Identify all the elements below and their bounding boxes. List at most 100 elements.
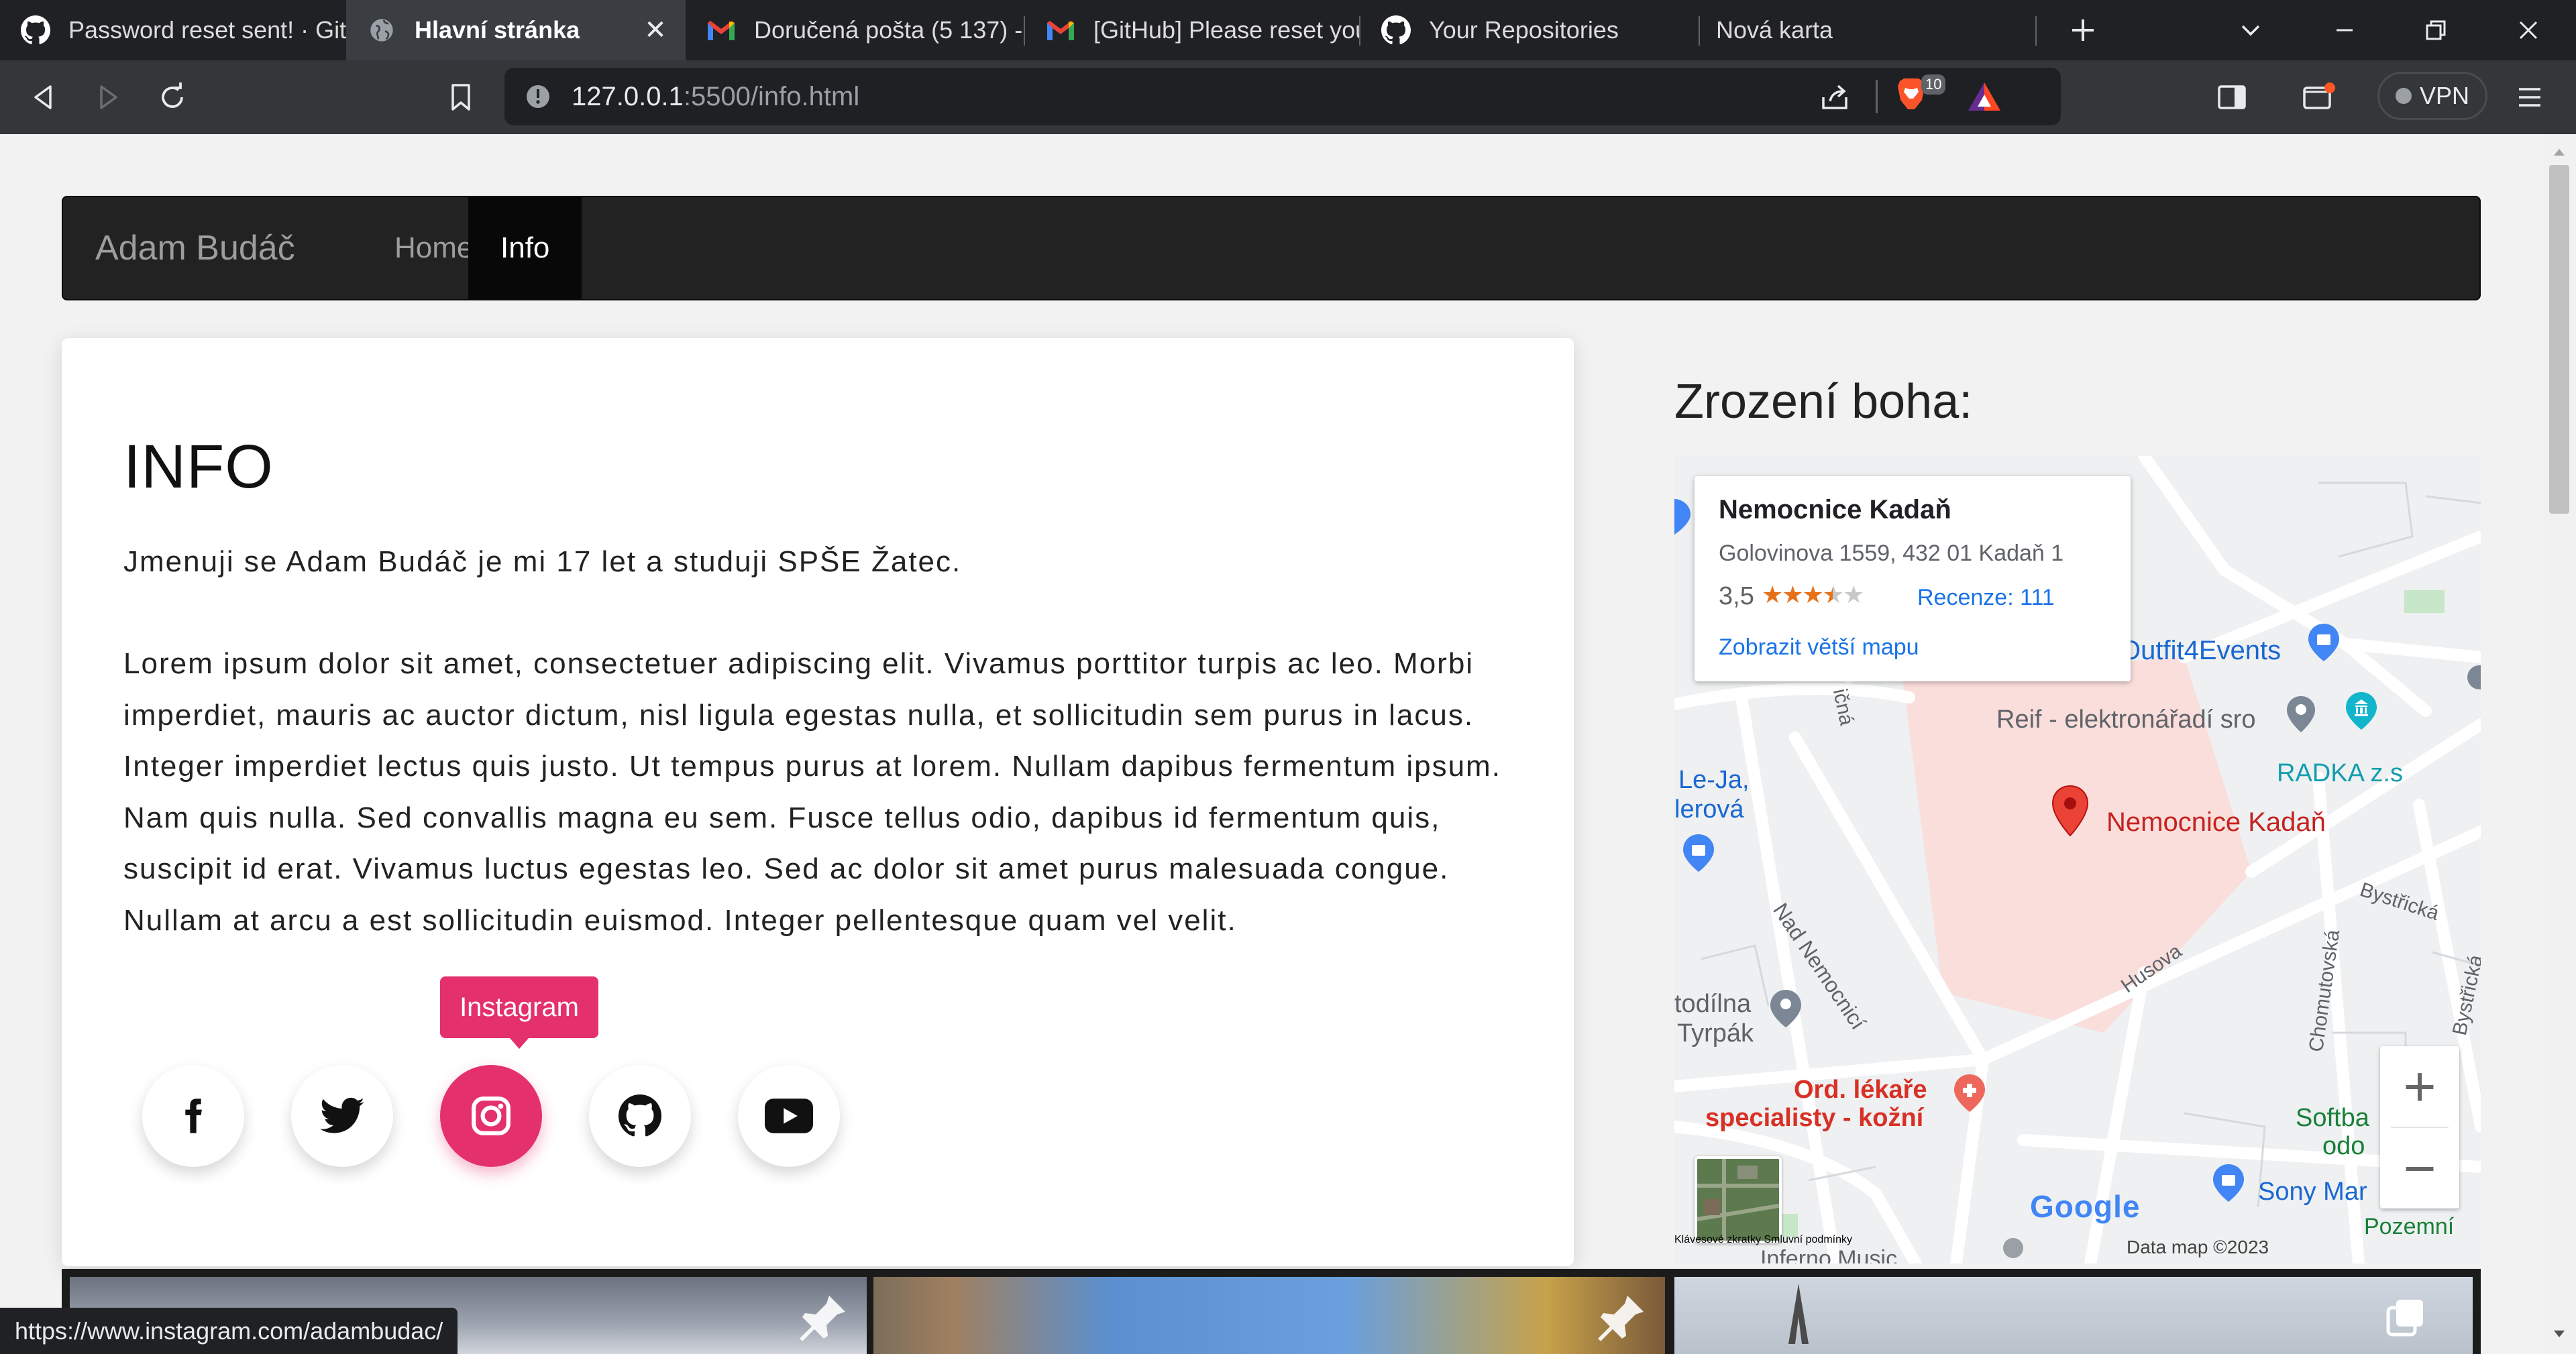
close-tab-icon[interactable]: ✕ xyxy=(640,15,671,46)
close-window-button[interactable] xyxy=(2491,0,2565,60)
url-text: 127.0.0.1:5500/info.html xyxy=(572,68,859,125)
plus-icon xyxy=(2072,19,2094,41)
restore-button[interactable] xyxy=(2399,0,2473,60)
brave-rewards-icon[interactable] xyxy=(1966,80,2003,117)
place-pin-icon[interactable] xyxy=(2285,695,2317,734)
tab-title: [GitHub] Please reset you xyxy=(1093,16,1359,44)
wallet-button[interactable] xyxy=(2296,74,2343,121)
gallery-multi-icon xyxy=(2386,1300,2423,1337)
reload-icon xyxy=(162,82,183,108)
scroll-down-icon xyxy=(2554,1331,2565,1337)
place-title: Nemocnice Kadaň xyxy=(1719,495,1951,524)
gallery-photo[interactable] xyxy=(1674,1277,2473,1354)
map-label-leja-1: Le-Ja, xyxy=(1678,766,1750,794)
share-icon[interactable] xyxy=(1819,81,1850,115)
tab-title: Hlavní stránka xyxy=(415,16,580,44)
gmail-icon xyxy=(706,15,737,46)
map-label-radka: RADKA z.s xyxy=(2277,759,2403,787)
info-lorem: Lorem ipsum dolor sit amet, consectetuer… xyxy=(123,647,1501,937)
footer-dot xyxy=(2003,1238,2023,1258)
shopping-pin-icon[interactable] xyxy=(2211,1163,2246,1203)
terms-link[interactable]: Smluvní podmínky xyxy=(1764,1234,1852,1245)
minimize-icon xyxy=(2337,29,2353,32)
shopping-pin-icon[interactable] xyxy=(2306,622,2341,663)
gallery-photo[interactable] xyxy=(873,1277,1665,1354)
forward-icon xyxy=(100,85,117,109)
keyboard-shortcuts-link[interactable]: Klávesové zkratky xyxy=(1674,1234,1761,1245)
page-viewport: Adam Budáč Home Info INFO Jmenuji se Ada… xyxy=(0,134,2542,1354)
tab-nova-karta[interactable]: Nová karta xyxy=(1700,0,2035,60)
url-host: 127.0.0.1 xyxy=(572,82,684,111)
map-label-softba: Softba xyxy=(2296,1104,2369,1132)
tab-title: Nová karta xyxy=(1716,16,1833,44)
address-bar[interactable]: 127.0.0.1:5500/info.html 10 xyxy=(504,68,2061,125)
tab-title: Doručená pošta (5 137) - xyxy=(754,16,1023,44)
github-button[interactable] xyxy=(589,1065,691,1167)
gmail-icon xyxy=(1045,15,1076,46)
map-label-ord-lekare: Ord. lékaře xyxy=(1794,1076,1927,1104)
browser-tab-bar: Password reset sent! · Git Hlavní stránk… xyxy=(0,0,2576,60)
satellite-toggle[interactable] xyxy=(1695,1156,1782,1243)
map-label-hospital: Nemocnice Kadaň xyxy=(2106,807,2326,837)
shopping-pin-icon[interactable] xyxy=(1681,833,1716,873)
back-button[interactable] xyxy=(20,74,67,121)
tab-title: Your Repositories xyxy=(1429,16,1619,44)
google-map-embed[interactable]: Nemocnice Kadaň Outfit4Events Reif - ele… xyxy=(1674,456,2481,1263)
tab-password-reset[interactable]: Password reset sent! · Git xyxy=(0,0,346,60)
map-label-tyrpak: Tyrpák xyxy=(1677,1019,1754,1048)
tab-hlavni-stranka[interactable]: Hlavní stránka ✕ xyxy=(346,0,686,60)
instagram-icon xyxy=(472,1096,511,1135)
bigger-map-link[interactable]: Zobrazit větší mapu xyxy=(1719,634,1919,661)
tab-github-reset[interactable]: [GitHub] Please reset you xyxy=(1025,0,1359,60)
site-info-icon[interactable] xyxy=(525,83,551,113)
vpn-label: VPN xyxy=(2419,82,2470,109)
menu-button[interactable] xyxy=(2506,74,2553,121)
map-heading: Zrození boha: xyxy=(1674,375,1973,429)
new-tab-button[interactable] xyxy=(2046,0,2120,60)
google-logo: Google xyxy=(2030,1188,2140,1225)
site-navbar: Adam Budáč Home Info xyxy=(62,196,2481,300)
minimize-button[interactable] xyxy=(2308,0,2381,60)
tab-dorucena-posta[interactable]: Doručená pošta (5 137) - xyxy=(686,0,1024,60)
place-pin-icon[interactable] xyxy=(2466,664,2481,701)
bookmark-button[interactable] xyxy=(437,74,484,121)
tower-icon xyxy=(1788,1284,1809,1344)
navbar-brand[interactable]: Adam Budáč xyxy=(95,197,295,299)
zoom-out-button[interactable]: − xyxy=(2380,1128,2459,1208)
map-label-todilna: todílna xyxy=(1674,990,1752,1018)
page-scrollbar[interactable] xyxy=(2542,134,2576,1354)
map-place-card: Nemocnice Kadaň Golovinova 1559, 432 01 … xyxy=(1695,476,2131,681)
hamburger-icon xyxy=(2519,88,2540,107)
hospital-pin-icon[interactable] xyxy=(2050,785,2090,838)
globe-icon xyxy=(366,15,397,46)
tab-your-repositories[interactable]: Your Repositories xyxy=(1360,0,1699,60)
sidebar-toggle-button[interactable] xyxy=(2208,74,2255,121)
map-label-leja-2: lerová xyxy=(1674,795,1744,824)
facebook-button[interactable] xyxy=(142,1065,244,1167)
museum-pin-icon[interactable] xyxy=(2344,691,2379,731)
restore-icon xyxy=(2426,20,2446,40)
tab-search-button[interactable] xyxy=(2214,0,2288,60)
close-icon xyxy=(2519,21,2538,40)
scroll-thumb[interactable] xyxy=(2549,165,2569,514)
map-data-copyright: Data map ©2023 xyxy=(2127,1237,2269,1257)
zoom-in-button[interactable]: + xyxy=(2380,1046,2459,1127)
reload-button[interactable] xyxy=(149,74,196,121)
vpn-button[interactable]: VPN xyxy=(2377,72,2487,120)
youtube-button[interactable] xyxy=(738,1065,840,1167)
shopping-pin-icon[interactable] xyxy=(1674,498,1695,535)
chevron-down-icon xyxy=(2241,25,2260,36)
place-reviews-link[interactable]: Recenze: 111 xyxy=(1917,585,2055,611)
nav-link-info[interactable]: Info xyxy=(468,197,582,299)
forward-button[interactable] xyxy=(85,74,131,121)
vpn-status-dot xyxy=(2395,88,2412,104)
medical-pin-icon[interactable] xyxy=(1952,1073,1987,1113)
info-card: INFO Jmenuji se Adam Budáč je mi 17 let … xyxy=(62,338,1574,1266)
info-heading: INFO xyxy=(123,433,274,501)
twitter-icon xyxy=(320,1097,364,1133)
wallet-icon xyxy=(2303,82,2335,109)
place-pin-icon[interactable] xyxy=(1768,989,1803,1029)
twitter-button[interactable] xyxy=(291,1065,393,1167)
map-footer: Klávesové zkratky Data map ©2023 Smluvní… xyxy=(1674,1234,2481,1263)
instagram-button[interactable] xyxy=(440,1065,542,1167)
